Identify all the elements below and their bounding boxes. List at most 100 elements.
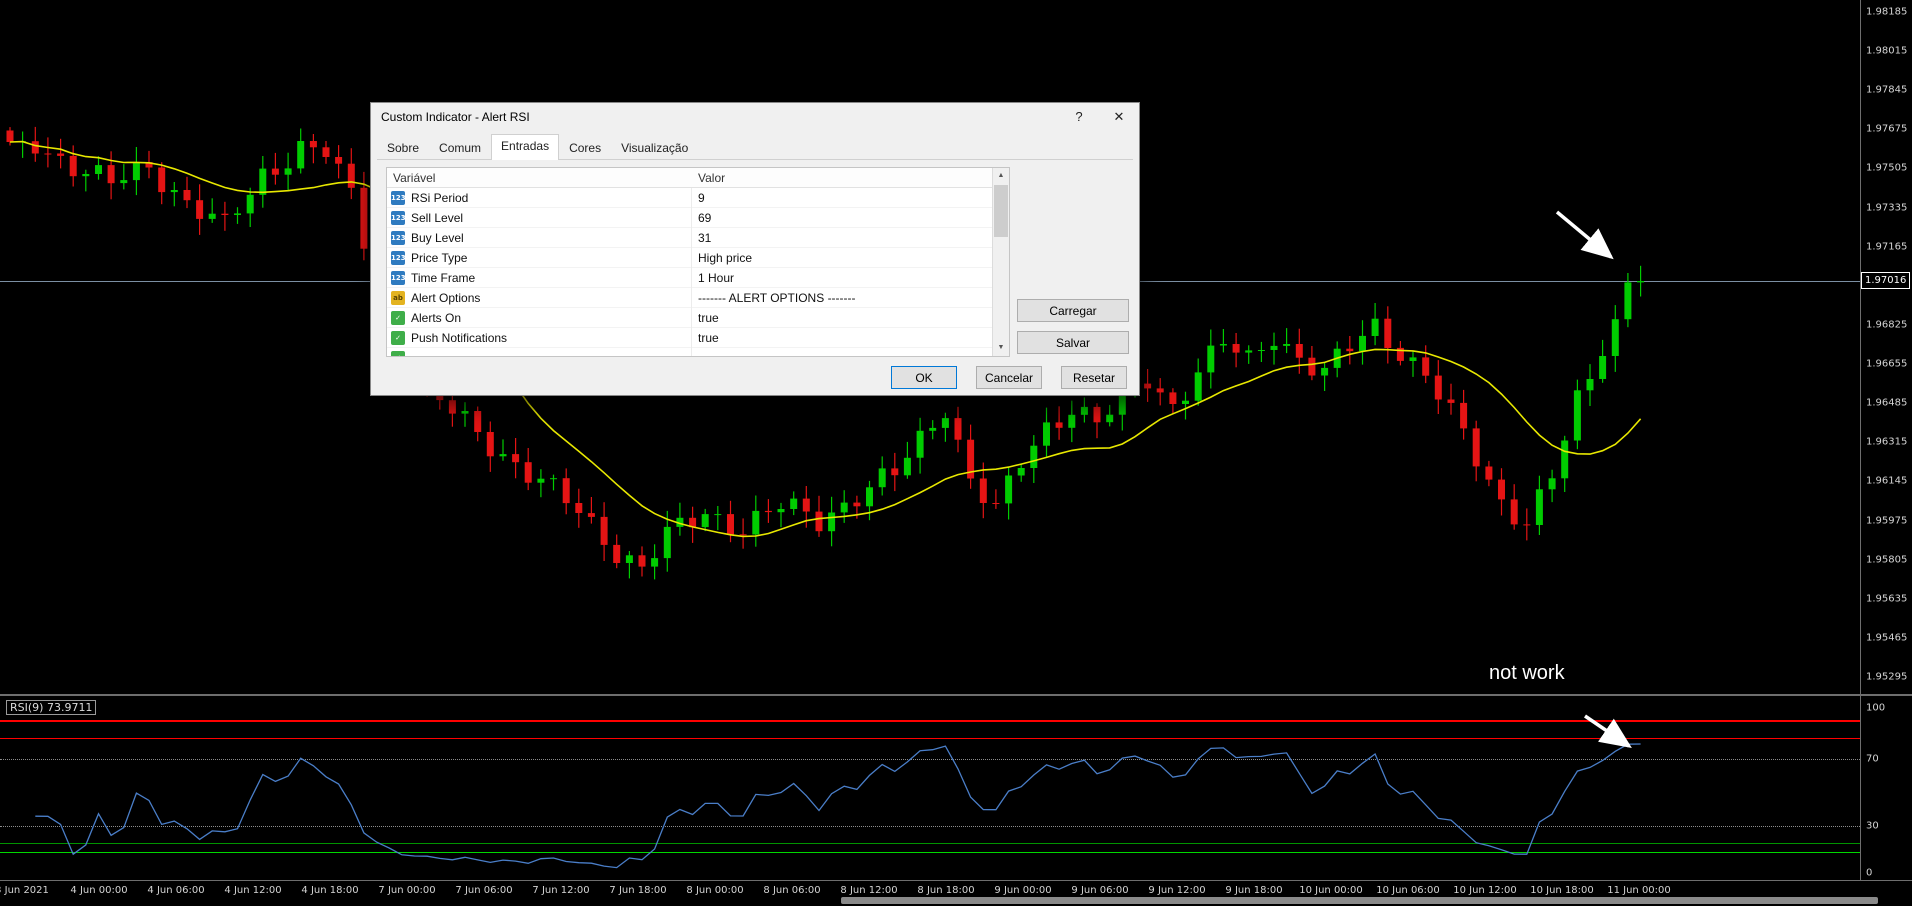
param-value[interactable]: 69 [691, 208, 711, 228]
time-axis-label: 9 Jun 12:00 [1148, 885, 1206, 896]
time-axis-label: 4 Jun 00:00 [70, 885, 128, 896]
param-bool-icon: ✓ [391, 311, 405, 325]
param-value[interactable]: High price [691, 248, 752, 268]
price-axis-label: 1.98015 [1866, 45, 1908, 57]
tab-entradas[interactable]: Entradas [491, 134, 560, 160]
cancel-button[interactable]: Cancelar [976, 366, 1042, 389]
param-row[interactable]: 123 Time Frame 1 Hour [387, 268, 992, 288]
price-axis-label: 1.97505 [1866, 162, 1908, 174]
time-axis-label: 10 Jun 18:00 [1530, 885, 1594, 896]
axis-separator [0, 880, 1912, 881]
param-value[interactable]: 9 [691, 188, 705, 208]
reset-button[interactable]: Resetar [1061, 366, 1127, 389]
price-axis-label: 1.97845 [1866, 84, 1908, 96]
param-int-icon: 123 [391, 231, 406, 245]
param-bool-icon: ✓ [391, 351, 405, 356]
time-axis-label: 7 Jun 06:00 [455, 885, 513, 896]
price-axis-label: 1.95635 [1866, 593, 1908, 605]
table-header-row: Variável Valor [387, 168, 992, 188]
time-axis-label: 8 Jun 18:00 [917, 885, 975, 896]
param-int-icon: 123 [391, 211, 406, 225]
annotation-text: not work [1489, 662, 1565, 684]
close-icon[interactable]: ✕ [1099, 103, 1139, 131]
time-axis-label: 10 Jun 06:00 [1376, 885, 1440, 896]
price-axis-label: 1.97165 [1866, 241, 1908, 253]
tab-comum[interactable]: Comum [429, 136, 491, 160]
price-axis-label: 1.96485 [1866, 397, 1908, 409]
save-button[interactable]: Salvar [1017, 331, 1129, 354]
param-int-icon: 123 [391, 191, 406, 205]
help-button[interactable]: ? [1059, 103, 1099, 131]
time-axis-label: 9 Jun 18:00 [1225, 885, 1283, 896]
tab-visualização[interactable]: Visualização [611, 136, 698, 160]
param-value[interactable]: true [691, 328, 719, 348]
param-value[interactable]: 1 Hour [691, 268, 734, 288]
time-axis-label: 11 Jun 00:00 [1607, 885, 1671, 896]
indicator-dialog: Custom Indicator - Alert RSI ? ✕ Sobre Co… [370, 102, 1140, 396]
param-row[interactable]: ✓ [387, 348, 992, 356]
price-axis-label: 1.95805 [1866, 554, 1908, 566]
rsi-dotted-level-line [0, 826, 1860, 828]
annotation-arrow-price [1555, 210, 1614, 260]
rsi-sell-level-line [0, 719, 1860, 722]
trading-chart-window: 1.97016 RSI(9) 73.9711 not work Custom I… [0, 0, 1912, 906]
param-row[interactable]: 123 Buy Level 31 [387, 228, 992, 248]
dialog-title: Custom Indicator - Alert RSI [381, 110, 530, 124]
param-value[interactable]: 31 [691, 228, 711, 248]
param-name: Push Notifications [411, 331, 508, 345]
time-axis-label: 4 Jun 18:00 [301, 885, 359, 896]
time-axis-label: 3 Jun 2021 [0, 885, 49, 896]
scroll-thumb[interactable] [994, 185, 1008, 237]
time-axis-label: 10 Jun 12:00 [1453, 885, 1517, 896]
param-row[interactable]: 123 RSi Period 9 [387, 188, 992, 208]
param-name: Alert Options [411, 291, 481, 305]
param-row[interactable]: ✓ Push Notifications true [387, 328, 992, 348]
param-row[interactable]: ab Alert Options ------- ALERT OPTIONS ---… [387, 288, 992, 308]
window-separator[interactable] [0, 694, 1912, 696]
horizontal-scrollbar-thumb[interactable] [841, 897, 1878, 904]
param-name: Buy Level [411, 231, 464, 245]
tab-cores[interactable]: Cores [559, 136, 611, 160]
current-price-tag: 1.97016 [1861, 271, 1911, 289]
param-value[interactable]: ------- ALERT OPTIONS ------- [691, 288, 856, 308]
rsi-sell-level-line [0, 738, 1860, 740]
param-name: Sell Level [411, 211, 464, 225]
ok-button[interactable]: OK [891, 366, 957, 389]
param-name: Alerts On [411, 311, 462, 325]
column-header-value: Valor [698, 171, 726, 185]
time-axis-label: 10 Jun 00:00 [1299, 885, 1363, 896]
time-axis-label: 4 Jun 12:00 [224, 885, 282, 896]
param-str-icon: ab [391, 291, 405, 305]
rsi-axis-label: 30 [1866, 820, 1879, 832]
price-axis-label: 1.96315 [1866, 436, 1908, 448]
price-axis-label: 1.95295 [1866, 671, 1908, 683]
rsi-line [35, 743, 1641, 869]
table-scrollbar[interactable]: ▲ ▼ [992, 168, 1009, 356]
time-axis-label: 9 Jun 00:00 [994, 885, 1052, 896]
time-axis-label: 8 Jun 00:00 [686, 885, 744, 896]
load-button[interactable]: Carregar [1017, 299, 1129, 322]
time-axis-label: 8 Jun 06:00 [763, 885, 821, 896]
rsi-axis-label: 70 [1866, 753, 1879, 765]
param-int-icon: 123 [391, 271, 406, 285]
param-row[interactable]: 123 Price Type High price [387, 248, 992, 268]
param-row[interactable]: 123 Sell Level 69 [387, 208, 992, 228]
tab-sobre[interactable]: Sobre [377, 136, 429, 160]
param-name: RSi Period [411, 191, 469, 205]
column-divider [691, 168, 692, 356]
scroll-down-icon[interactable]: ▼ [993, 340, 1009, 356]
scroll-up-icon[interactable]: ▲ [993, 168, 1009, 184]
dialog-titlebar[interactable]: Custom Indicator - Alert RSI ? ✕ [371, 103, 1139, 131]
rsi-dotted-level-line [0, 758, 1860, 760]
rsi-buy-level-line [0, 851, 1860, 853]
price-axis-label: 1.97335 [1866, 202, 1908, 214]
price-axis-label: 1.97675 [1866, 123, 1908, 135]
tab-strip: Sobre Comum Entradas Cores Visualização [377, 134, 1133, 160]
time-axis-label: 9 Jun 06:00 [1071, 885, 1129, 896]
param-name: Price Type [411, 251, 468, 265]
param-row[interactable]: ✓ Alerts On true [387, 308, 992, 328]
rsi-indicator-label[interactable]: RSI(9) 73.9711 [6, 700, 97, 715]
price-axis-label: 1.95465 [1866, 632, 1908, 644]
param-value[interactable]: true [691, 308, 719, 328]
time-axis-label: 7 Jun 18:00 [609, 885, 667, 896]
